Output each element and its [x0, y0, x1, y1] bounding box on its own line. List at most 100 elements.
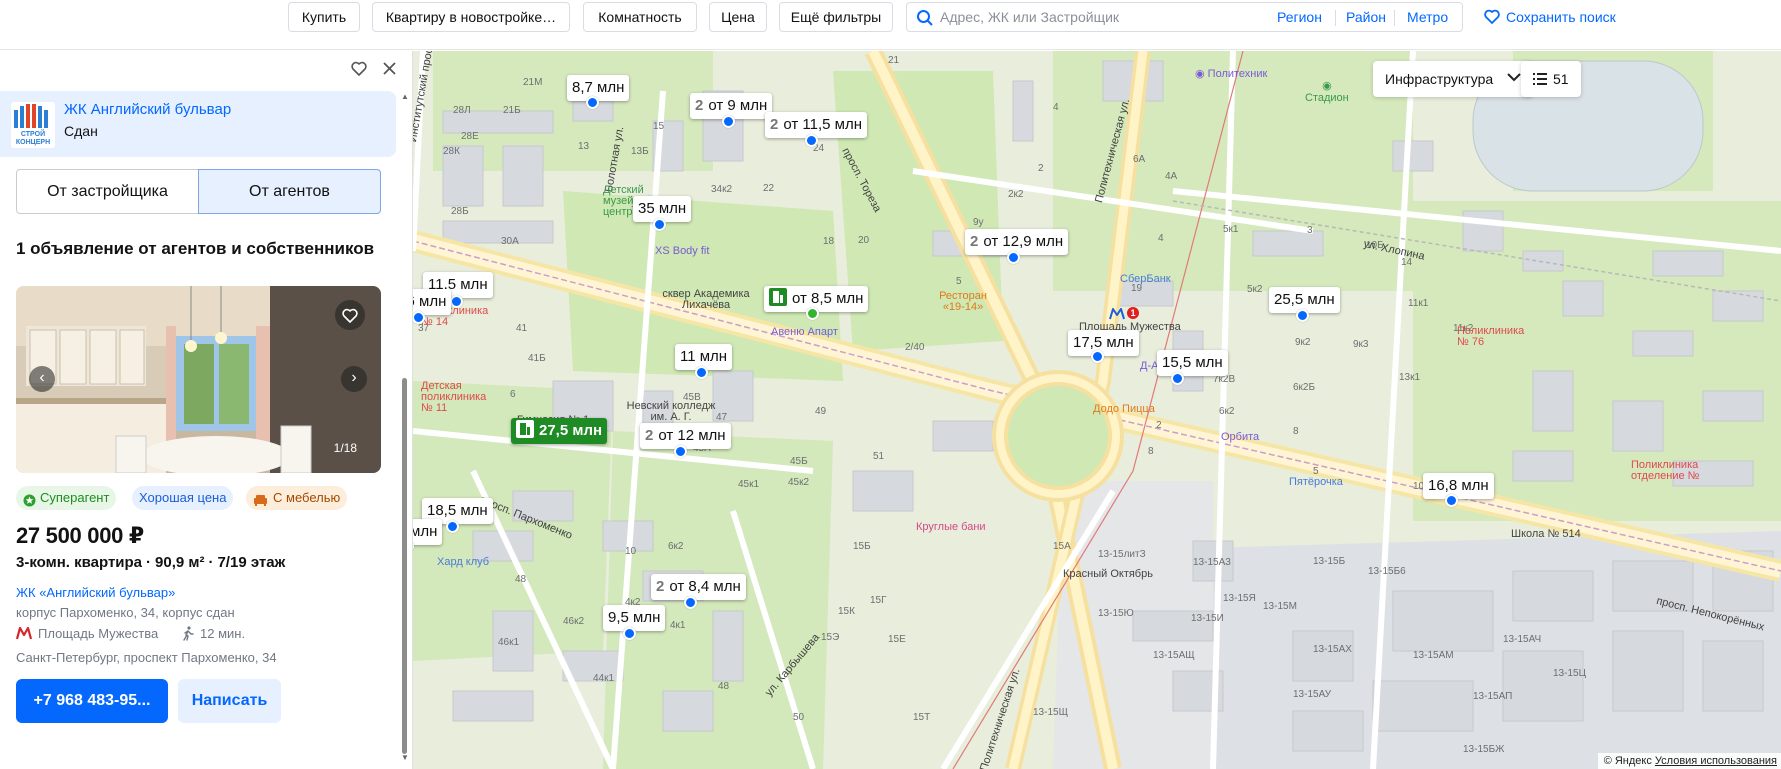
poi-xs-body[interactable]: XS Body fit	[655, 245, 709, 257]
price-pin-selected[interactable]: 27,5 млн	[511, 418, 608, 444]
show-phone-button[interactable]: +7 968 483-95...	[16, 679, 168, 723]
poi-school-514[interactable]: Школа № 514	[1511, 528, 1581, 540]
building-number: 6к2	[668, 541, 684, 552]
poi-kids-clinic[interactable]: Детская поликлиника № 11	[421, 381, 486, 414]
search-placeholder: Адрес, ЖК или Застройщик	[940, 9, 1120, 25]
price-pin[interactable]: 2 от 12 млн	[640, 423, 731, 449]
price-filter-button[interactable]: Цена	[709, 2, 767, 32]
poi-red-october[interactable]: Красный Октябрь	[1063, 568, 1153, 580]
price-pin[interactable]: 9,5 млн	[603, 605, 666, 631]
building-number: 10	[625, 546, 637, 557]
metro-icon[interactable]	[1109, 307, 1125, 320]
poi-round-bath[interactable]: Круглые бани	[916, 521, 986, 533]
poi-orbita[interactable]: Орбита	[1221, 431, 1259, 443]
price-pin[interactable]: 8,7 млн	[567, 75, 630, 101]
poi-avenue[interactable]: Авеню Апарт	[771, 326, 838, 338]
map-marker[interactable]	[1007, 251, 1020, 264]
search-icon	[917, 10, 933, 26]
building-number: 13-15Я	[1223, 593, 1256, 604]
price-pin[interactable]: 7,3 млн	[413, 519, 443, 545]
scroll-up-icon[interactable]: ▲	[401, 92, 409, 101]
infrastructure-dropdown[interactable]: Инфраструктура	[1373, 61, 1533, 97]
region-link[interactable]: Регион	[1277, 3, 1322, 31]
building-number: 13-15АЩ	[1153, 650, 1195, 661]
map-marker[interactable]	[1091, 350, 1104, 363]
building-number: 13-15Б6	[1368, 566, 1406, 577]
complex-status: Сдан	[64, 123, 98, 139]
next-photo-button[interactable]: ›	[341, 366, 367, 392]
building-number: 48	[515, 574, 527, 585]
price-pin[interactable]: 2 от 8,4 млн	[651, 574, 746, 600]
panel-scrollbar[interactable]: ▲ ▼	[400, 92, 409, 762]
map-marker[interactable]	[695, 366, 708, 379]
map-marker[interactable]	[674, 445, 687, 458]
close-icon[interactable]	[383, 62, 396, 80]
map-marker[interactable]	[450, 295, 463, 308]
map-marker[interactable]	[806, 307, 819, 320]
good-price-badge: Хорошая цена	[132, 486, 234, 510]
save-search-button[interactable]: Сохранить поиск	[1484, 2, 1616, 32]
map-marker[interactable]	[722, 115, 735, 128]
building-number: 9у	[973, 217, 984, 228]
rooms-filter-button[interactable]: Комнатность	[583, 2, 697, 32]
map-marker[interactable]	[623, 627, 636, 640]
svg-text:СТРОЙ: СТРОЙ	[21, 129, 45, 138]
building-number: 3	[1307, 225, 1313, 236]
search-input[interactable]: Адрес, ЖК или Застройщик Регион Район Ме…	[906, 2, 1463, 32]
list-view-button[interactable]: 51	[1521, 61, 1581, 97]
favorite-icon[interactable]	[350, 61, 367, 81]
map-marker[interactable]	[805, 134, 818, 147]
filter-bar: Купить Квартиру в новостройке… Комнатнос…	[0, 0, 1781, 50]
metro-link[interactable]: Метро	[1407, 3, 1448, 31]
poi-stadium[interactable]: ◉ Стадион	[1305, 79, 1349, 104]
prev-photo-button[interactable]: ‹	[29, 366, 55, 392]
favorite-listing-button[interactable]	[335, 300, 365, 330]
building-number: 2	[1038, 163, 1044, 174]
map-marker[interactable]	[653, 218, 666, 231]
poi-sberbank[interactable]: СберБанк	[1120, 273, 1171, 285]
divider	[1394, 10, 1395, 26]
map-marker[interactable]	[1171, 372, 1184, 385]
price-pin[interactable]: 17,5 млн	[1068, 330, 1139, 356]
property-type-filter-button[interactable]: Квартиру в новостройке…	[372, 2, 570, 32]
write-button[interactable]: Написать	[178, 679, 281, 723]
map[interactable]: 21М 21Б 28Л 28Е 28К 28Б 30А 13 13Б 13Д 1…	[413, 51, 1781, 769]
price-pin[interactable]: 15,5 млн	[1157, 350, 1228, 376]
map-marker[interactable]	[586, 96, 599, 109]
poi-polytechnic[interactable]: ◉ Политехник	[1195, 67, 1267, 80]
tab-developer[interactable]: От застройщика	[16, 169, 199, 214]
walk-icon	[182, 626, 194, 644]
map-marker[interactable]	[684, 596, 697, 609]
building-number: 13-15литЗ	[1098, 549, 1146, 560]
scroll-thumb[interactable]	[402, 378, 407, 754]
tab-agents[interactable]: От агентов	[198, 169, 381, 214]
building-number: 2	[1156, 420, 1162, 431]
buy-filter-button[interactable]: Купить	[288, 2, 360, 32]
scroll-down-icon[interactable]: ▼	[401, 753, 409, 762]
poi-polyclinic-dept[interactable]: Поликлиника отделение №	[1631, 460, 1711, 482]
building-number: 13-15АП	[1473, 691, 1513, 702]
poi-polyclinic-76[interactable]: Поликлиника № 76	[1457, 326, 1524, 348]
poi-dodo[interactable]: Додо Пицца	[1093, 403, 1155, 415]
price-pin[interactable]: 2 от 11,5 млн	[765, 112, 867, 138]
area-spec: 90,9 м²	[155, 554, 205, 571]
listing-photo[interactable]: ‹ › 1/18	[16, 286, 381, 473]
poi-hard-club[interactable]: Хард клуб	[437, 556, 489, 568]
chevron-down-icon	[1507, 73, 1521, 82]
map-marker[interactable]	[1296, 309, 1309, 322]
poi-square[interactable]: сквер Академика Лихачёва	[651, 289, 761, 311]
terms-link[interactable]: Условия использования	[1655, 755, 1777, 767]
complex-header[interactable]: СТРОЙ КОНЦЕРН ЖК Английский бульвар Сдан	[0, 91, 396, 157]
building-number: 13-15Щ	[1033, 707, 1068, 718]
complex-link[interactable]: ЖК «Английский бульвар»	[16, 585, 175, 600]
listing-price: 27 500 000 ₽	[16, 523, 144, 548]
map-marker[interactable]	[1445, 494, 1458, 507]
poi-restaurant[interactable]: Ресторан «19-14»	[933, 291, 993, 313]
district-link[interactable]: Район	[1346, 3, 1386, 31]
poi-pyaterochka[interactable]: Пятёрочка	[1289, 476, 1343, 488]
price-pin[interactable]: 16,8 млн	[1423, 473, 1494, 499]
map-marker[interactable]	[446, 520, 459, 533]
more-filters-button[interactable]: Ещё фильтры	[779, 2, 893, 32]
complex-title[interactable]: ЖК Английский бульвар	[64, 101, 231, 118]
building-number: 41Б	[528, 353, 546, 364]
